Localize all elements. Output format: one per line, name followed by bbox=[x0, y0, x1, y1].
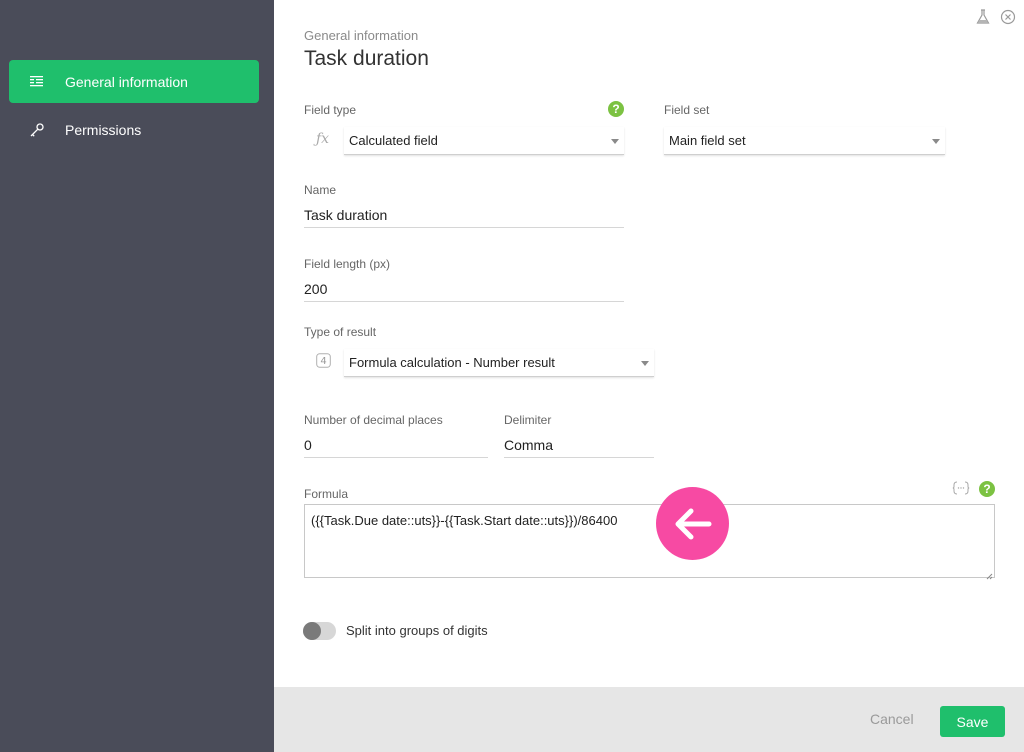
type-of-result-value: Formula calculation - Number result bbox=[349, 355, 555, 370]
page-title: Task duration bbox=[304, 47, 429, 70]
fx-icon: ƒx bbox=[316, 131, 330, 147]
sidebar-item-permissions[interactable]: Permissions bbox=[9, 108, 259, 151]
sidebar: General information Permissions bbox=[0, 0, 274, 752]
close-icon[interactable] bbox=[1000, 9, 1016, 30]
number-4-icon: 4 bbox=[316, 353, 331, 373]
field-length-input[interactable]: 200 bbox=[304, 276, 624, 302]
field-type-help-icon[interactable]: ? bbox=[608, 101, 624, 117]
breadcrumb: General information bbox=[304, 28, 419, 43]
formula-value: ({{Task.Due date::uts}}-{{Task.Start dat… bbox=[311, 513, 618, 528]
delimiter-input[interactable]: Comma bbox=[504, 432, 654, 458]
field-type-value: Calculated field bbox=[349, 133, 438, 148]
flask-icon[interactable] bbox=[976, 9, 990, 30]
list-icon bbox=[9, 75, 65, 88]
delimiter-label: Delimiter bbox=[504, 413, 552, 427]
braces-icon[interactable] bbox=[952, 480, 970, 501]
cancel-button[interactable]: Cancel bbox=[870, 711, 914, 727]
sidebar-item-label: Permissions bbox=[65, 121, 142, 138]
field-set-value: Main field set bbox=[669, 133, 746, 148]
field-set-label: Field set bbox=[664, 103, 710, 117]
toggle-knob bbox=[303, 622, 321, 640]
svg-text:4: 4 bbox=[320, 356, 326, 367]
resize-grip-icon[interactable] bbox=[985, 568, 993, 580]
save-button[interactable]: Save bbox=[940, 706, 1005, 737]
field-set-select[interactable]: Main field set bbox=[664, 127, 945, 155]
main-panel: General information Task duration Field … bbox=[274, 0, 1024, 687]
sidebar-item-label: General information bbox=[65, 73, 188, 90]
formula-label: Formula bbox=[304, 487, 349, 501]
header-icons bbox=[976, 9, 1016, 30]
field-type-label: Field type bbox=[304, 103, 357, 117]
key-icon bbox=[9, 122, 65, 138]
type-of-result-label: Type of result bbox=[304, 325, 377, 339]
field-length-label: Field length (px) bbox=[304, 257, 391, 271]
field-type-select[interactable]: Calculated field bbox=[344, 127, 624, 155]
name-input[interactable]: Task duration bbox=[304, 202, 624, 228]
decimal-places-input[interactable]: 0 bbox=[304, 432, 488, 458]
split-digits-label: Split into groups of digits bbox=[346, 623, 488, 638]
chevron-down-icon bbox=[932, 139, 940, 144]
chevron-down-icon bbox=[641, 361, 649, 366]
formula-help-icon[interactable]: ? bbox=[979, 481, 995, 497]
chevron-down-icon bbox=[611, 139, 619, 144]
name-label: Name bbox=[304, 183, 337, 197]
sidebar-item-general-information[interactable]: General information bbox=[9, 60, 259, 103]
split-digits-toggle[interactable] bbox=[303, 622, 336, 640]
arrow-left-icon bbox=[656, 487, 729, 560]
decimal-places-label: Number of decimal places bbox=[304, 413, 443, 427]
formula-textarea[interactable]: ({{Task.Due date::uts}}-{{Task.Start dat… bbox=[304, 504, 995, 580]
footer: Cancel Save bbox=[274, 687, 1024, 752]
type-of-result-select[interactable]: Formula calculation - Number result bbox=[344, 349, 654, 377]
